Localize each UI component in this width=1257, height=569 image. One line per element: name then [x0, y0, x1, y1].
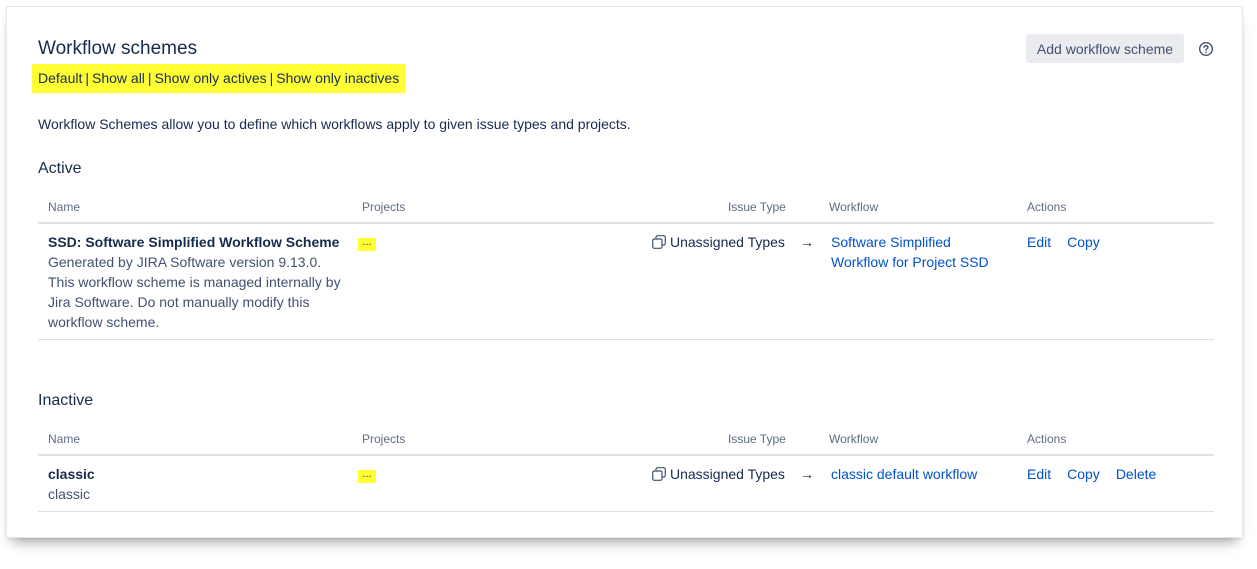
edit-scheme-link[interactable]: Edit — [1027, 234, 1051, 250]
scheme-description: Generated by JIRA Software version 9.13.… — [48, 254, 341, 330]
actions-cell: Edit Copy Delete — [1027, 464, 1172, 484]
scheme-name-cell: classic classic — [48, 464, 348, 504]
mapping-arrow: → — [800, 234, 814, 250]
filter-show-actives-link[interactable]: Show only actives — [155, 70, 267, 86]
projects-ellipsis[interactable]: ... — [358, 469, 376, 483]
projects-ellipsis[interactable]: ... — [358, 237, 376, 251]
scheme-name-cell: SSD: Software Simplified Workflow Scheme… — [48, 232, 348, 332]
filter-show-all-link[interactable]: Show all — [92, 70, 145, 86]
scheme-description: classic — [48, 486, 91, 502]
add-workflow-scheme-button[interactable]: Add workflow scheme — [1026, 34, 1184, 63]
scheme-name: SSD: Software Simplified Workflow Scheme — [48, 234, 340, 250]
filter-separator: | — [269, 70, 274, 86]
column-header-name: Name — [48, 200, 81, 214]
copy-scheme-link[interactable]: Copy — [1067, 234, 1100, 250]
issue-type-label: Unassigned Types — [670, 234, 785, 250]
filter-separator: | — [85, 70, 89, 86]
scheme-name: classic — [48, 466, 95, 482]
scheme-filter-bar: Default | Show all | Show only actives | Show … — [32, 64, 406, 93]
table-row: classic classic ... Unassigned Types → c… — [38, 456, 1214, 512]
actions-cell: Edit Copy — [1027, 232, 1116, 252]
column-header-projects: Projects — [362, 200, 406, 214]
page-description: Workflow Schemes allow you to define whi… — [38, 116, 631, 132]
edit-scheme-link[interactable]: Edit — [1027, 466, 1051, 482]
delete-scheme-link[interactable]: Delete — [1116, 466, 1156, 482]
filter-default-link[interactable]: Default — [38, 70, 82, 86]
column-header-workflow: Workflow — [829, 200, 879, 214]
issue-type-cell: Unassigned Types — [652, 232, 785, 252]
column-header-issue-type: Issue Type — [728, 432, 786, 446]
inactive-table-header: Name Projects Issue Type Workflow Action… — [38, 426, 1214, 456]
copy-scheme-link[interactable]: Copy — [1067, 466, 1100, 482]
column-header-actions: Actions — [1027, 200, 1067, 214]
page-title: Workflow schemes — [38, 38, 198, 59]
column-header-workflow: Workflow — [829, 432, 879, 446]
column-header-projects: Projects — [362, 432, 406, 446]
filter-separator: | — [147, 70, 152, 86]
issue-type-icon — [652, 467, 666, 481]
inactive-section-title: Inactive — [38, 392, 94, 409]
filter-show-inactives-link[interactable]: Show only inactives — [276, 70, 399, 86]
active-table-header: Name Projects Issue Type Workflow Action… — [38, 194, 1214, 224]
column-header-name: Name — [48, 432, 81, 446]
workflow-link[interactable]: classic default workflow — [831, 464, 1011, 484]
column-header-issue-type: Issue Type — [728, 200, 786, 214]
workflow-link[interactable]: Software Simplified Workflow for Project… — [831, 232, 1001, 272]
active-section-title: Active — [38, 160, 82, 177]
table-row: SSD: Software Simplified Workflow Scheme… — [38, 224, 1214, 340]
column-header-actions: Actions — [1027, 432, 1067, 446]
issue-type-cell: Unassigned Types — [652, 464, 785, 484]
mapping-arrow: → — [800, 466, 814, 482]
question-circle-icon[interactable] — [1198, 41, 1214, 57]
issue-type-label: Unassigned Types — [670, 466, 785, 482]
issue-type-icon — [652, 235, 666, 249]
